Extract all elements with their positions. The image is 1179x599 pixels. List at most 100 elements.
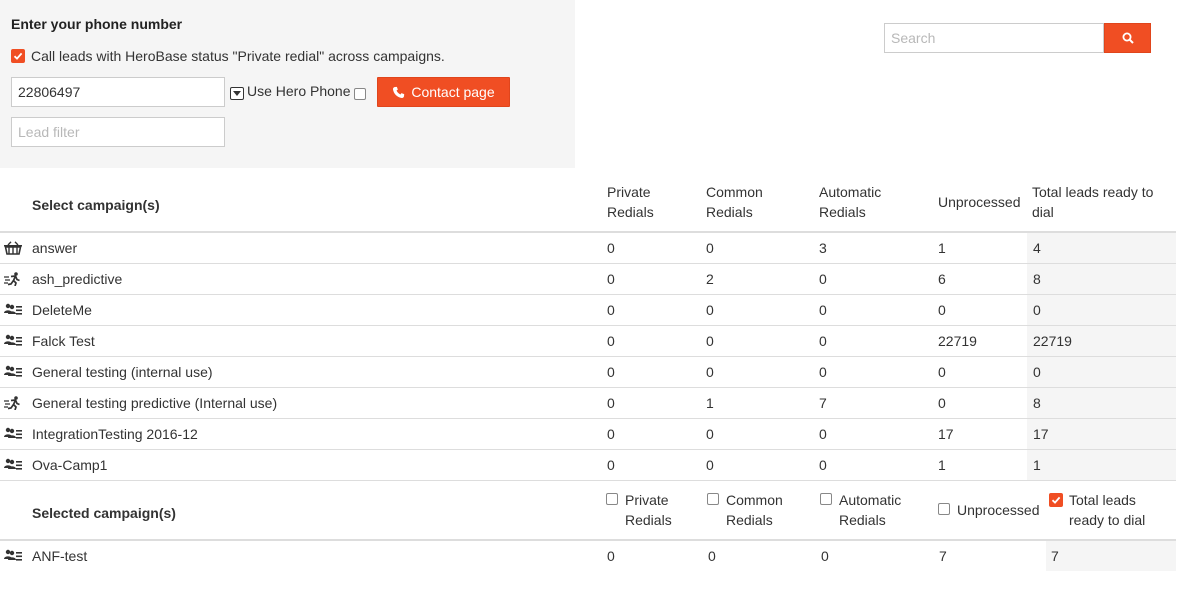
col-automatic-redials[interactable]: Automatic Redials: [819, 182, 909, 222]
unprocessed-checkbox[interactable]: [938, 503, 950, 515]
unprocessed-value: 7: [939, 548, 947, 564]
common-redials-value: 2: [706, 271, 714, 287]
call-leads-label: Call leads with HeroBase status "Private…: [31, 48, 445, 64]
campaign-name: ash_predictive: [32, 271, 123, 287]
unprocessed-value: 0: [938, 302, 946, 318]
automatic-redials-value: 0: [819, 271, 827, 287]
total-leads-value: 22719: [1033, 333, 1072, 349]
private-redials-value: 0: [607, 457, 615, 473]
phone-panel: Enter your phone number Call leads with …: [0, 0, 575, 168]
private-redials-value: 0: [607, 302, 615, 318]
common-redials-option-label: Common Redials: [726, 492, 783, 528]
call-leads-option[interactable]: Call leads with HeroBase status "Private…: [11, 48, 445, 64]
total-cell-shade: [1027, 295, 1176, 325]
total-leads-value: 8: [1033, 395, 1041, 411]
unprocessed-value: 6: [938, 271, 946, 287]
campaign-row[interactable]: General testing (internal use) 0 0 0 0 0: [0, 357, 1176, 388]
search-icon: [1122, 32, 1134, 44]
automatic-redials-value: 0: [819, 457, 827, 473]
automatic-redials-value: 0: [821, 548, 829, 564]
total-leads-value: 1: [1033, 457, 1041, 473]
contact-list-icon: [4, 365, 22, 377]
automatic-redials-value: 7: [819, 395, 827, 411]
unprocessed-value: 0: [938, 395, 946, 411]
selected-campaigns-title: Selected campaign(s): [32, 505, 176, 521]
total-leads-checkbox[interactable]: [1049, 493, 1063, 507]
runner-icon: [4, 272, 20, 286]
campaign-name: answer: [32, 240, 78, 256]
automatic-redials-value: 0: [819, 333, 827, 349]
total-cell-shade: [1046, 541, 1176, 571]
unprocessed-option-label: Unprocessed: [957, 502, 1040, 518]
campaign-name: DeleteMe: [32, 302, 92, 318]
selected-table-row[interactable]: ANF-test 0 0 0 7 7: [0, 541, 1176, 572]
col-private-redials[interactable]: Private Redials: [607, 182, 687, 222]
private-redials-value: 0: [607, 364, 615, 380]
total-leads-value: 0: [1033, 364, 1041, 380]
common-redials-value: 0: [706, 240, 714, 256]
phone-icon: [393, 86, 405, 98]
common-redials-value: 0: [706, 302, 714, 318]
private-redials-checkbox[interactable]: [606, 493, 618, 505]
campaign-row[interactable]: IntegrationTesting 2016-12 0 0 0 17 17: [0, 419, 1176, 450]
basket-icon: [4, 241, 22, 255]
campaign-name: Falck Test: [32, 333, 95, 349]
common-redials-value: 0: [706, 364, 714, 380]
campaign-name: IntegrationTesting 2016-12: [32, 426, 198, 442]
total-leads-value: 0: [1033, 302, 1041, 318]
contact-page-button[interactable]: Contact page: [377, 77, 510, 107]
search-input[interactable]: Search: [884, 23, 1104, 53]
campaign-row[interactable]: answer 0 0 3 1 4: [0, 233, 1176, 264]
common-redials-value: 0: [706, 333, 714, 349]
unprocessed-value: 1: [938, 240, 946, 256]
private-redials-value: 0: [607, 271, 615, 287]
automatic-redials-value: 0: [819, 364, 827, 380]
phone-dropdown-toggle[interactable]: [230, 87, 244, 100]
automatic-redials-value: 0: [819, 426, 827, 442]
common-redials-value: 0: [706, 457, 714, 473]
contact-list-icon: [4, 458, 22, 470]
private-redials-value: 0: [607, 548, 615, 564]
common-redials-value: 0: [706, 426, 714, 442]
total-cell-shade: [1027, 233, 1176, 263]
campaign-row[interactable]: General testing predictive (Internal use…: [0, 388, 1176, 419]
campaign-name: General testing predictive (Internal use…: [32, 395, 278, 411]
campaign-row[interactable]: Falck Test 0 0 0 22719 22719: [0, 326, 1176, 357]
campaign-row[interactable]: DeleteMe 0 0 0 0 0: [0, 295, 1176, 326]
col-common-redials[interactable]: Common Redials: [706, 182, 786, 222]
campaign-row[interactable]: Ova-Camp1 0 0 0 1 1: [0, 450, 1176, 481]
private-redials-value: 0: [607, 395, 615, 411]
lead-filter-input[interactable]: Lead filter: [11, 117, 225, 147]
phone-panel-heading: Enter your phone number: [11, 16, 183, 32]
contact-list-icon: [4, 303, 22, 315]
campaign-name: General testing (internal use): [32, 364, 213, 380]
contact-page-label: Contact page: [411, 84, 495, 100]
private-redials-value: 0: [607, 333, 615, 349]
total-cell-shade: [1027, 419, 1176, 449]
campaign-row[interactable]: ash_predictive 0 2 0 6 8: [0, 264, 1176, 295]
col-unprocessed[interactable]: Unprocessed: [938, 192, 1021, 212]
col-total-leads[interactable]: Total leads ready to dial: [1032, 182, 1172, 222]
total-leads-value: 8: [1033, 271, 1041, 287]
campaign-name: ANF-test: [32, 548, 88, 564]
common-redials-checkbox[interactable]: [707, 493, 719, 505]
call-leads-checkbox[interactable]: [11, 49, 25, 63]
total-leads-value: 7: [1051, 548, 1059, 564]
use-hero-phone-label: Use Hero Phone: [247, 83, 351, 99]
unprocessed-value: 0: [938, 364, 946, 380]
automatic-redials-value: 3: [819, 240, 827, 256]
select-campaigns-title: Select campaign(s): [32, 197, 160, 213]
use-hero-phone-checkbox[interactable]: [354, 88, 366, 100]
automatic-redials-option-label: Automatic Redials: [839, 492, 902, 528]
total-cell-shade: [1027, 264, 1176, 294]
common-redials-value: 0: [708, 548, 716, 564]
phone-number-input[interactable]: 22806497: [11, 77, 225, 107]
total-cell-shade: [1027, 388, 1176, 418]
automatic-redials-value: 0: [819, 302, 827, 318]
common-redials-value: 1: [706, 395, 714, 411]
search-button[interactable]: [1104, 23, 1151, 53]
contact-list-icon: [4, 334, 22, 346]
private-redials-value: 0: [607, 426, 615, 442]
automatic-redials-checkbox[interactable]: [820, 493, 832, 505]
total-cell-shade: [1027, 450, 1176, 480]
